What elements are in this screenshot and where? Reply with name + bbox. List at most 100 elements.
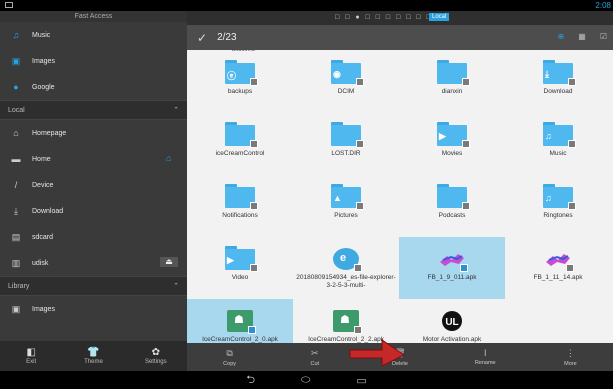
file-item[interactable]: ☗ IceCreamControl_2_0.apk (187, 299, 293, 343)
folder-icon: ▶ (437, 122, 470, 148)
file-name: Music (549, 150, 567, 157)
file-name: iceCreamControl (215, 150, 265, 157)
file-item[interactable]: Notifications (187, 175, 293, 237)
checkbox[interactable] (354, 264, 362, 272)
eject-icon[interactable]: ⏏ (160, 257, 178, 267)
checkbox[interactable] (462, 202, 470, 210)
checkbox[interactable] (462, 78, 470, 86)
cut-button[interactable]: ✂ Cut (272, 343, 357, 371)
theme-button[interactable]: 👕 Theme (62, 341, 124, 371)
selection-toolbar: ✓ 2/23 ⊕ ▦ ☑ (187, 25, 613, 50)
file-item[interactable]: ▶ Movies (399, 113, 505, 175)
clock: 2:08 (595, 1, 611, 10)
file-item[interactable]: UL Motor Activation.apk (399, 299, 505, 343)
sidebar-item-udisk[interactable]: ▥ udisk ⏏ (0, 250, 187, 276)
android-icon: ☗ (333, 310, 362, 334)
file-item[interactable]: ♫ Music (505, 113, 611, 175)
checkbox[interactable] (354, 326, 362, 334)
sidebar-item-library-images[interactable]: ▣ Images (0, 296, 187, 322)
sidebar-item-label: sdcard (32, 233, 54, 241)
file-name: Pictures (334, 212, 358, 219)
sidebar-item-images[interactable]: ▣ Images (0, 48, 187, 74)
back-icon[interactable]: ⮌ (246, 371, 255, 389)
fb-app-icon (439, 248, 468, 272)
file-name: Ringtones (543, 212, 573, 219)
checkbox[interactable] (356, 140, 364, 148)
folder-icon: ⤓ (543, 60, 576, 86)
settings-button[interactable]: ✿ Settings (125, 341, 187, 371)
copy-button[interactable]: ⧉ Copy (187, 343, 272, 371)
sidebar-item-sdcard[interactable]: ▤ sdcard (0, 224, 187, 250)
file-item[interactable]: LOST.DIR (293, 113, 399, 175)
checkbox[interactable] (566, 264, 574, 272)
tab-local[interactable]: Local (429, 13, 450, 21)
done-check-icon[interactable]: ✓ (197, 31, 207, 45)
file-item[interactable]: e 20180809154934_es-file-explorer-3-2-5-3… (293, 237, 399, 299)
file-item[interactable]: ◉ DCIM (293, 51, 399, 113)
rename-button[interactable]: I Rename (443, 343, 528, 371)
section-local[interactable]: Local ⌃ (0, 100, 187, 120)
checkbox[interactable] (250, 78, 258, 86)
file-item[interactable]: dianxin (399, 51, 505, 113)
button-label: Exit (26, 359, 37, 365)
window-dots[interactable]: □ □ ● □ □ □ □ □ □ □ (335, 14, 433, 21)
section-library[interactable]: Library ⌃ (0, 276, 187, 296)
home-icon[interactable]: ⬭ (301, 374, 310, 387)
file-name: DCIM (337, 88, 355, 95)
sidebar-item-google[interactable]: ● Google (0, 74, 187, 100)
sidebar-item-label: Download (32, 207, 64, 215)
file-item[interactable]: FB_1_9_011.apk (399, 237, 505, 299)
checkbox[interactable] (462, 140, 470, 148)
file-item[interactable]: ▶ Video (187, 237, 293, 299)
ul-logo-icon: UL (439, 310, 465, 332)
file-name: IceCreamControl_2_0.apk (202, 336, 278, 343)
system-nav-bar: ⮌ ⬭ ▭ (0, 371, 613, 389)
exit-button[interactable]: ◧ Exit (0, 341, 62, 371)
android-icon: ☗ (227, 310, 256, 334)
recents-icon[interactable]: ▭ (356, 374, 366, 387)
button-label: Theme (84, 359, 103, 365)
checkbox[interactable] (568, 140, 576, 148)
sidebar-item-label: Home (32, 155, 51, 163)
checkbox[interactable] (460, 264, 468, 272)
checkbox[interactable] (568, 202, 576, 210)
udisk-icon: ▥ (11, 257, 21, 268)
checkbox[interactable] (356, 78, 364, 86)
file-item[interactable]: ⓔ backups (187, 51, 293, 113)
search-icon[interactable]: ⊕ (558, 32, 565, 41)
checkbox[interactable] (250, 264, 258, 272)
view-mode-icon[interactable]: ▦ (578, 32, 586, 41)
file-item[interactable]: FB_1_11_14.apk (505, 237, 611, 299)
folder-icon (437, 184, 470, 210)
home-shortcut-icon[interactable]: ⌂ (166, 153, 178, 163)
folder-icon: ▲ (331, 184, 364, 210)
checkbox[interactable] (248, 326, 256, 334)
sidebar-bottom-bar: ◧ Exit 👕 Theme ✿ Settings (0, 341, 187, 371)
file-item[interactable]: Podcasts (399, 175, 505, 237)
checkbox[interactable] (356, 202, 364, 210)
file-item[interactable]: ♫ Ringtones (505, 175, 611, 237)
file-item[interactable]: ▲ Pictures (293, 175, 399, 237)
file-name: Motor Activation.apk (422, 336, 482, 343)
select-all-icon[interactable]: ☑ (600, 32, 607, 41)
checkbox[interactable] (250, 140, 258, 148)
button-label: Settings (144, 359, 167, 365)
svg-text:UL: UL (445, 317, 458, 328)
more-button[interactable]: ⋮ More (528, 343, 613, 371)
file-item[interactable]: iceCreamControl (187, 113, 293, 175)
image-icon: ▣ (11, 55, 21, 66)
file-item[interactable]: ⤓ Download (505, 51, 611, 113)
cut-icon: ✂ (311, 347, 319, 358)
file-name: FB_1_11_14.apk (533, 274, 583, 281)
sidebar-item-homepage[interactable]: ⌂ Homepage (0, 120, 187, 146)
checkbox[interactable] (250, 202, 258, 210)
checkbox[interactable] (568, 78, 576, 86)
sidebar-item-download[interactable]: ⤓ Download (0, 198, 187, 224)
image-icon: ▣ (11, 303, 21, 314)
sidebar-item-device[interactable]: / Device (0, 172, 187, 198)
sidebar-item-home[interactable]: ▬ Home ⌂ (0, 146, 187, 172)
folder-icon (225, 184, 258, 210)
home-folder-icon: ▬ (11, 154, 21, 164)
file-name: Download (543, 88, 573, 95)
sidebar-item-music[interactable]: ♫ Music (0, 22, 187, 48)
